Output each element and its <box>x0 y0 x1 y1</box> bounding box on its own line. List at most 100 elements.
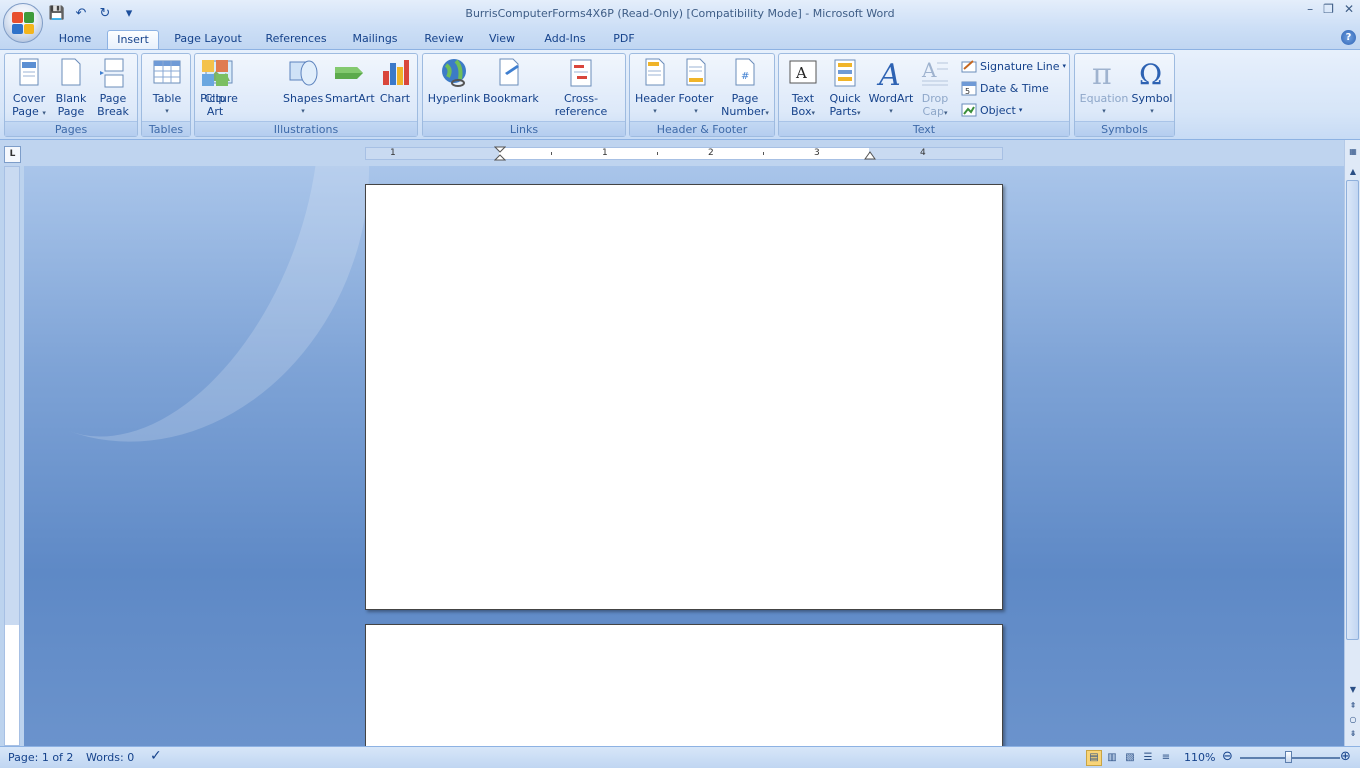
wordart-button[interactable]: A WordArt ▾ <box>867 57 915 118</box>
next-page-icon[interactable]: ⇟ <box>1347 728 1359 740</box>
group-label-header-footer: Header & Footer <box>630 121 774 136</box>
group-pages: Cover Page ▾ Blank Page Page Break Pages <box>4 53 138 137</box>
cover-page-button[interactable]: Cover Page ▾ <box>9 57 49 120</box>
status-bar: Page: 1 of 2 Words: 0 ✓ ▤ ▥ ▧ ☰ ≡ 110% ⊖… <box>0 746 1360 768</box>
ruler-number: 1 <box>390 148 396 158</box>
symbol-button[interactable]: Ω Symbol ▾ <box>1131 57 1173 118</box>
tab-insert[interactable]: Insert <box>107 30 159 49</box>
clip-art-button[interactable]: Clip Art <box>195 57 235 118</box>
signature-line-button[interactable]: Signature Line ▾ <box>961 57 1066 75</box>
table-button[interactable]: Table ▾ <box>146 57 188 118</box>
full-screen-reading-view-icon[interactable]: ▥ <box>1104 750 1120 766</box>
tab-view[interactable]: View <box>481 30 523 49</box>
vertical-scrollbar[interactable]: ▦ ▲ ▼ ⇞ ○ ⇟ <box>1344 140 1360 746</box>
document-canvas <box>24 166 1344 746</box>
vertical-ruler[interactable] <box>4 166 20 746</box>
page-break-button[interactable]: Page Break <box>93 57 133 118</box>
restore-button[interactable]: ❐ <box>1323 2 1334 16</box>
zoom-slider-thumb[interactable] <box>1285 751 1292 763</box>
document-page-2[interactable] <box>365 624 1003 746</box>
ruler-number: 1 <box>602 148 608 158</box>
svg-text:π: π <box>1092 57 1112 89</box>
quick-parts-icon <box>829 57 861 89</box>
view-ruler-icon[interactable]: ▦ <box>1347 146 1359 158</box>
footer-icon <box>680 57 712 89</box>
blank-page-icon <box>55 57 87 89</box>
cross-reference-button[interactable]: Cross-reference <box>539 57 623 118</box>
tab-references[interactable]: References <box>258 30 334 49</box>
tab-page-layout[interactable]: Page Layout <box>168 30 248 49</box>
svg-text:A: A <box>876 58 901 89</box>
header-button[interactable]: Header ▾ <box>633 57 677 118</box>
cover-page-icon <box>13 57 45 89</box>
header-icon <box>639 57 671 89</box>
ruler-left-margin <box>366 148 499 159</box>
smartart-icon <box>333 57 365 89</box>
office-button[interactable] <box>3 3 43 43</box>
date-time-button[interactable]: 5 Date & Time <box>961 79 1049 97</box>
indent-marker-icon[interactable] <box>494 146 506 162</box>
shapes-button[interactable]: Shapes ▾ <box>283 57 323 118</box>
scroll-down-icon[interactable]: ▼ <box>1347 684 1359 696</box>
svg-text:5: 5 <box>965 87 970 96</box>
page-break-icon <box>97 57 129 89</box>
svg-text:Ω: Ω <box>1139 58 1162 89</box>
tab-selector[interactable]: L <box>4 146 21 163</box>
print-layout-view-icon[interactable]: ▤ <box>1086 750 1102 766</box>
group-text: A Text Box▾ Quick Parts▾ A WordArt ▾ A D… <box>778 53 1070 137</box>
table-icon <box>151 57 183 89</box>
svg-text:A: A <box>795 64 807 82</box>
outline-view-icon[interactable]: ☰ <box>1140 750 1156 766</box>
tab-mailings[interactable]: Mailings <box>343 30 407 49</box>
object-button[interactable]: Object ▾ <box>961 101 1022 119</box>
ribbon-tabs: Home Insert Page Layout References Maili… <box>0 27 1360 49</box>
group-symbols: π Equation ▾ Ω Symbol ▾ Symbols <box>1074 53 1175 137</box>
ribbon: Cover Page ▾ Blank Page Page Break Pages… <box>0 49 1360 140</box>
page-number-icon: # <box>729 57 761 89</box>
word-count[interactable]: Words: 0 <box>86 751 134 764</box>
help-icon[interactable]: ? <box>1341 30 1356 45</box>
group-label-symbols: Symbols <box>1075 121 1174 136</box>
scroll-up-icon[interactable]: ▲ <box>1347 166 1359 178</box>
group-links: Hyperlink Bookmark Cross-reference Links <box>422 53 626 137</box>
chart-button[interactable]: Chart <box>375 57 415 105</box>
scroll-thumb[interactable] <box>1346 180 1359 640</box>
drop-cap-button[interactable]: A Drop Cap▾ <box>915 57 955 120</box>
select-browse-object-icon[interactable]: ○ <box>1347 714 1359 726</box>
bookmark-button[interactable]: Bookmark <box>483 57 539 105</box>
svg-text:#: # <box>741 71 749 82</box>
tab-review[interactable]: Review <box>416 30 472 49</box>
shapes-icon <box>287 57 319 89</box>
office-logo-icon <box>12 12 34 34</box>
zoom-in-icon[interactable]: ⊕ <box>1340 749 1351 764</box>
blank-page-button[interactable]: Blank Page <box>51 57 91 118</box>
zoom-level[interactable]: 110% <box>1184 751 1215 764</box>
previous-page-icon[interactable]: ⇞ <box>1347 700 1359 712</box>
window-controls: – ❐ ✕ <box>1307 2 1354 16</box>
zoom-out-icon[interactable]: ⊖ <box>1222 749 1233 764</box>
quick-parts-button[interactable]: Quick Parts▾ <box>825 57 865 120</box>
tab-add-ins[interactable]: Add-Ins <box>533 30 597 49</box>
footer-button[interactable]: Footer ▾ <box>676 57 716 118</box>
close-button[interactable]: ✕ <box>1344 2 1354 16</box>
ruler-number: 4 <box>920 148 926 158</box>
page-count[interactable]: Page: 1 of 2 <box>8 751 73 764</box>
equation-button[interactable]: π Equation ▾ <box>1079 57 1129 118</box>
page-number-button[interactable]: # Page Number▾ <box>718 57 772 120</box>
cross-reference-icon <box>565 57 597 89</box>
document-page-1[interactable] <box>365 184 1003 610</box>
text-box-button[interactable]: A Text Box▾ <box>783 57 823 120</box>
hyperlink-button[interactable]: Hyperlink <box>426 57 482 105</box>
web-layout-view-icon[interactable]: ▧ <box>1122 750 1138 766</box>
hyperlink-icon <box>438 57 470 89</box>
minimize-button[interactable]: – <box>1307 2 1313 16</box>
signature-line-icon <box>961 58 977 74</box>
horizontal-ruler[interactable]: 1 1 2 3 4 <box>365 146 1003 162</box>
proofing-icon[interactable]: ✓ <box>150 748 162 764</box>
tab-pdf[interactable]: PDF <box>606 30 642 49</box>
smartart-button[interactable]: SmartArt <box>325 57 375 105</box>
clip-art-icon <box>199 57 231 89</box>
tab-home[interactable]: Home <box>50 30 100 49</box>
right-indent-marker-icon[interactable] <box>864 150 876 160</box>
draft-view-icon[interactable]: ≡ <box>1158 750 1174 766</box>
